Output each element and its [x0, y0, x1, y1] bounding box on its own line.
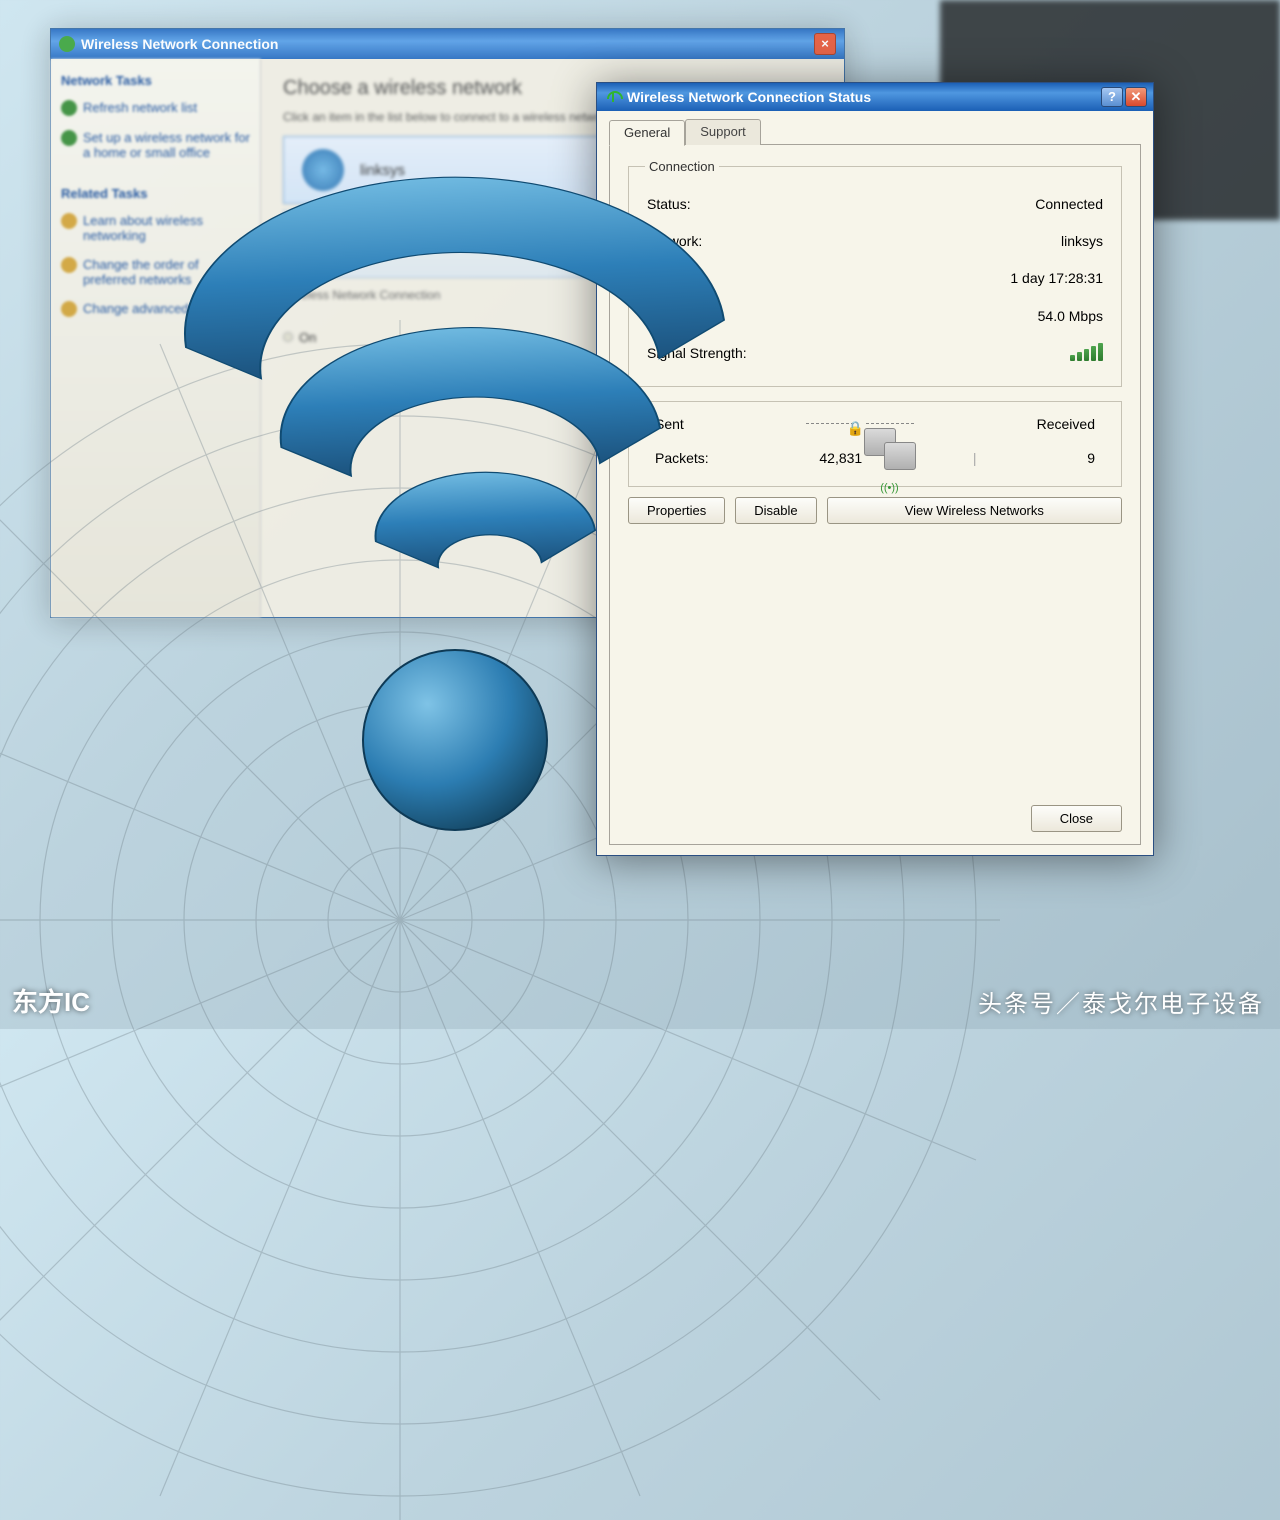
status-label: Status:: [647, 192, 691, 217]
gear-icon: [61, 301, 77, 317]
refresh-icon: [61, 100, 77, 116]
radio-dot-icon: [283, 332, 293, 342]
antenna-icon: [605, 89, 621, 105]
help-button[interactable]: ?: [1101, 87, 1123, 107]
separator: |: [973, 450, 977, 466]
tab-support[interactable]: Support: [685, 119, 761, 145]
task-change-adv[interactable]: Change advanced settings: [61, 297, 250, 321]
view-wireless-networks-button[interactable]: View Wireless Networks: [827, 497, 1122, 524]
action-button-row: Properties Disable View Wireless Network…: [628, 487, 1122, 530]
speed-value: 54.0 Mbps: [1038, 304, 1103, 329]
info-icon: [61, 213, 77, 229]
sent-label: Sent: [655, 416, 684, 432]
tab-strip: General Support: [609, 119, 1141, 145]
network-label: Network:: [647, 229, 702, 254]
close-dialog-button[interactable]: Close: [1031, 805, 1122, 832]
sidebar: Network Tasks Refresh network list Set u…: [51, 59, 261, 617]
window-title: Wireless Network Connection: [81, 29, 278, 59]
network-value: linksys: [1061, 229, 1103, 254]
lock-icon: 🔒: [847, 420, 864, 437]
task-learn[interactable]: Learn about wireless networking: [61, 209, 250, 247]
activity-group: Sent 🔒 ((•)) Received Packets: 42,831 |: [628, 401, 1122, 487]
dash-line-icon: [866, 423, 914, 424]
window-titlebar[interactable]: Wireless Network Connection ×: [51, 29, 844, 59]
wifi-icon: [302, 149, 344, 191]
speed-label: Speed:: [647, 304, 691, 329]
packets-received-value: 9: [1087, 450, 1095, 466]
network-name: linksys: [360, 162, 405, 179]
wifi-icon: [302, 223, 344, 265]
packets-label: Packets:: [655, 450, 709, 466]
connection-status-window: Wireless Network Connection Status ? ✕ G…: [596, 82, 1154, 856]
network-name-2: [360, 236, 364, 253]
signal-label: Signal Strength:: [647, 341, 747, 366]
watermark-right: 头条号／泰戈尔电子设备: [978, 984, 1264, 1019]
status-value: Connected: [1035, 192, 1103, 217]
status-window-title: Wireless Network Connection Status: [627, 83, 871, 111]
task-setup[interactable]: Set up a wireless network for a home or …: [61, 126, 250, 164]
received-label: Received: [1037, 416, 1095, 432]
task-refresh[interactable]: Refresh network list: [61, 96, 250, 120]
related-tasks-heading: Related Tasks: [61, 186, 250, 201]
tab-general[interactable]: General: [609, 120, 685, 146]
antenna-icon: [59, 36, 75, 52]
connection-group: Connection Status: Connected Network: link…: [628, 159, 1122, 387]
connection-legend: Connection: [645, 159, 719, 174]
watermark-left: 东方IC: [12, 982, 90, 1019]
duration-label: Duration:: [647, 266, 704, 291]
signal-strength-icon: [1070, 341, 1103, 361]
close-icon[interactable]: ×: [814, 33, 836, 55]
status-titlebar[interactable]: Wireless Network Connection Status ? ✕: [597, 83, 1153, 111]
network-tasks-heading: Network Tasks: [61, 73, 250, 88]
setup-icon: [61, 130, 77, 146]
tab-panel-general: Connection Status: Connected Network: link…: [609, 144, 1141, 845]
task-change-pref[interactable]: Change the order of preferred networks: [61, 253, 250, 291]
packets-sent-value: 42,831: [819, 450, 862, 466]
star-icon: [61, 257, 77, 273]
properties-button[interactable]: Properties: [628, 497, 725, 524]
signal-wave-icon: ((•)): [880, 482, 899, 494]
disable-button[interactable]: Disable: [735, 497, 816, 524]
close-button[interactable]: ✕: [1125, 87, 1147, 107]
duration-value: 1 day 17:28:31: [1010, 266, 1103, 291]
